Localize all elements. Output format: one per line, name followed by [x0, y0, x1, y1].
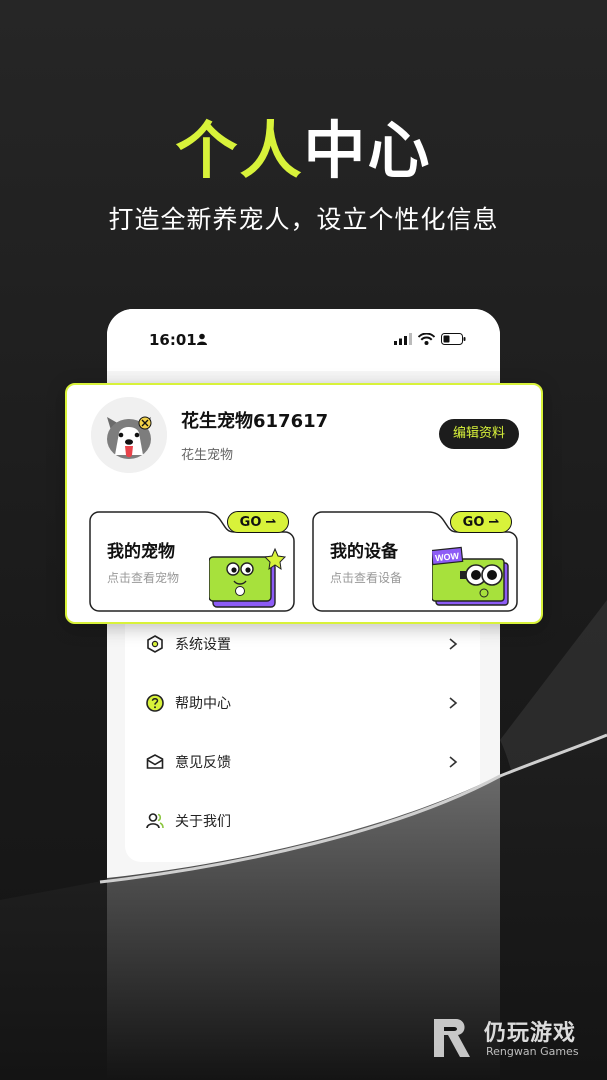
- status-bar: 16:01: [107, 309, 500, 371]
- chevron-right-icon: [449, 756, 458, 768]
- menu-label-about: 关于我们: [175, 814, 231, 830]
- question-circle-icon: [146, 694, 164, 712]
- page-headline: 个人中心: [0, 100, 607, 190]
- menu-label-settings: 系统设置: [175, 637, 231, 653]
- arrow-right-icon: ⇀: [265, 514, 277, 530]
- profile-card: 花生宠物617617 花生宠物 编辑资料 GO ⇀ 我的宠物 点击查看宠物 GO ⇀…: [65, 383, 543, 624]
- headline-rest: 中心: [303, 114, 432, 187]
- arrow-right-icon: ⇀: [488, 514, 500, 530]
- user-subtitle: 花生宠物: [181, 448, 234, 463]
- dog-avatar-icon: [91, 397, 167, 473]
- menu-item-help[interactable]: 帮助中心: [125, 674, 480, 732]
- page-subtitle: 打造全新养宠人，设立个性化信息: [108, 205, 499, 234]
- status-icons: [394, 332, 466, 346]
- menu-label-help: 帮助中心: [175, 696, 231, 712]
- battery-icon: [441, 333, 466, 345]
- mail-icon: [146, 754, 164, 769]
- chevron-right-icon: [449, 697, 458, 709]
- menu-item-about[interactable]: 关于我们: [125, 792, 480, 850]
- person-icon: [197, 333, 207, 345]
- pet-card-illustration: [209, 547, 287, 608]
- edit-profile-button[interactable]: 编辑资料: [438, 419, 519, 449]
- menu-label-feedback: 意见反馈: [175, 755, 231, 771]
- go-button[interactable]: GO ⇀: [450, 511, 512, 533]
- wifi-icon: [418, 333, 435, 345]
- menu-card: 系统设置 帮助中心 意见反馈 关于我们: [125, 609, 480, 862]
- watermark-name: 仍玩游戏: [484, 1021, 577, 1046]
- rengwan-logo-icon: [434, 1019, 470, 1057]
- chevron-right-icon: [449, 638, 458, 650]
- hexagon-settings-icon: [147, 635, 163, 653]
- avatar[interactable]: [91, 397, 167, 473]
- watermark: 仍玩游戏 Rengwan Games: [430, 1013, 600, 1063]
- watermark-subtitle: Rengwan Games: [486, 1045, 579, 1058]
- feature-title: 我的宠物: [107, 542, 175, 562]
- feature-subtitle: 点击查看设备: [330, 571, 403, 585]
- feature-subtitle: 点击查看宠物: [107, 571, 180, 585]
- menu-item-feedback[interactable]: 意见反馈: [125, 733, 480, 791]
- feature-title: 我的设备: [330, 542, 398, 562]
- go-button[interactable]: GO ⇀: [227, 511, 289, 533]
- users-icon: [146, 813, 164, 829]
- my-devices-card[interactable]: GO ⇀ 我的设备 点击查看设备 WOW: [312, 511, 518, 612]
- go-label: GO: [239, 514, 262, 530]
- headline-accent: 个人: [175, 114, 304, 187]
- signal-icon: [394, 333, 412, 345]
- go-label: GO: [462, 514, 485, 530]
- my-pets-card[interactable]: GO ⇀ 我的宠物 点击查看宠物: [89, 511, 295, 612]
- status-time: 16:01: [149, 331, 197, 349]
- username: 花生宠物617617: [181, 411, 329, 432]
- device-illustration: WOW: [432, 546, 509, 606]
